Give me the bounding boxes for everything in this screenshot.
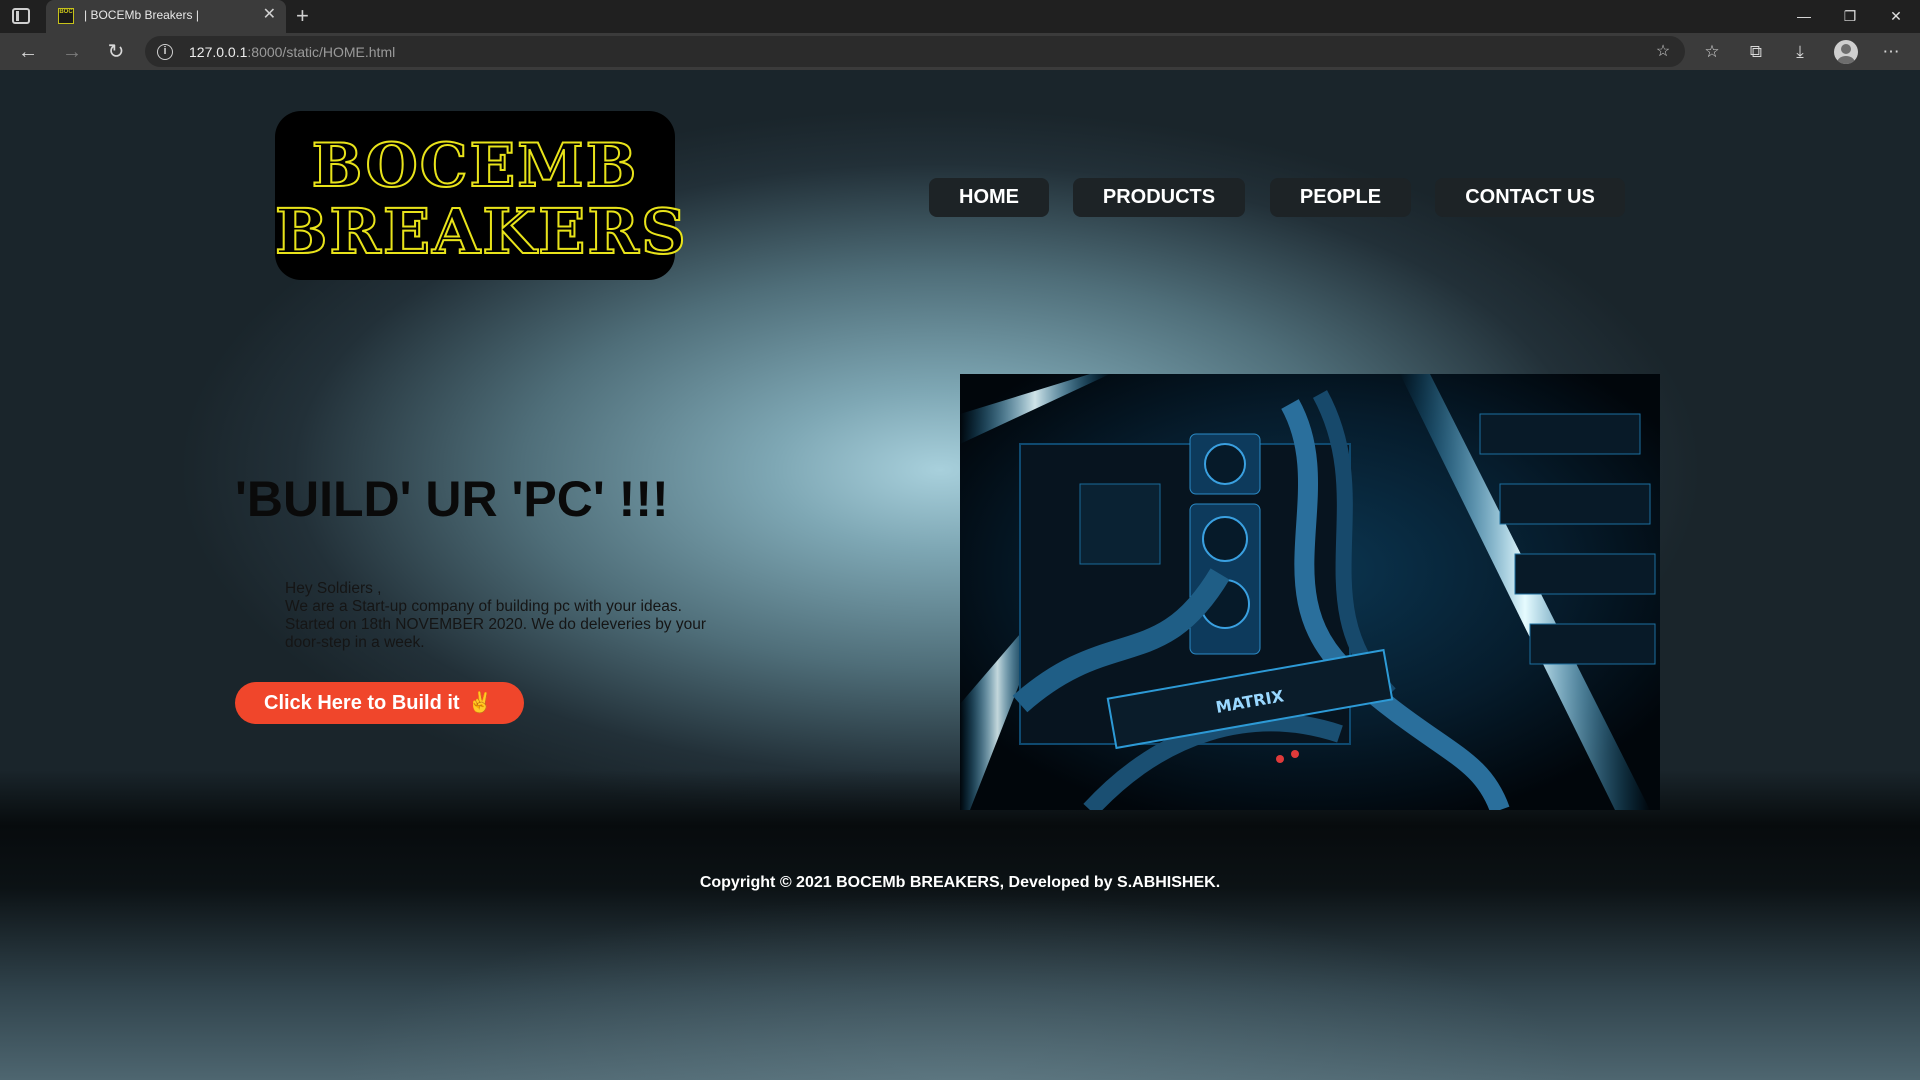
hero-title: 'BUILD' UR 'PC' !!! — [235, 471, 669, 527]
build-it-button[interactable]: Click Here to Build it ✌ — [235, 682, 524, 724]
favicon-icon: BOC — [58, 8, 74, 24]
pc-internals-illustration: MATRIX — [960, 374, 1660, 810]
pc-build-image: MATRIX — [960, 374, 1660, 810]
url-path: :8000/static/HOME.html — [247, 44, 396, 60]
profile-avatar[interactable] — [1834, 40, 1858, 64]
back-button[interactable]: ← — [14, 38, 42, 66]
browser-tab[interactable]: BOC | BOCEMb Breakers | ✕ — [46, 0, 286, 33]
close-tab-icon[interactable]: ✕ — [263, 6, 276, 24]
browser-toolbar: ← → ↻ i 127.0.0.1:8000/static/HOME.html … — [0, 33, 1920, 70]
tab-title: | BOCEMb Breakers | — [84, 8, 199, 22]
nav-contact-us[interactable]: CONTACT US — [1435, 178, 1625, 217]
close-window-button[interactable]: ✕ — [1874, 4, 1918, 28]
minimize-window-button[interactable]: — — [1782, 4, 1826, 28]
new-tab-button[interactable]: + — [296, 3, 309, 29]
add-favorite-icon[interactable]: ☆ — [1653, 42, 1673, 62]
url-host: 127.0.0.1 — [189, 44, 248, 60]
restore-window-button[interactable]: ❐ — [1828, 4, 1872, 28]
hero-greeting: Hey Soldiers , — [285, 580, 382, 597]
hero-line-2: Started on 18th NOVEMBER 2020. We do del… — [285, 616, 707, 651]
nav-home[interactable]: HOME — [929, 178, 1049, 217]
victory-hand-icon: ✌ — [467, 692, 493, 714]
downloads-icon[interactable]: ⤓ — [1787, 39, 1813, 65]
nav-products[interactable]: PRODUCTS — [1073, 178, 1245, 217]
reload-button[interactable]: ↻ — [102, 38, 130, 66]
logo-line-2: BREAKERS — [274, 194, 688, 269]
page-viewport: BOCEMB BREAKERS HOME PRODUCTS PEOPLE CON… — [0, 70, 1920, 1080]
footer-background — [0, 770, 1920, 1080]
favorites-icon[interactable]: ☆ — [1699, 39, 1725, 65]
tab-actions-icon[interactable] — [12, 8, 30, 24]
hero-description: Hey Soldiers , We are a Start-up company… — [285, 580, 725, 652]
footer-copyright: Copyright © 2021 BOCEMb BREAKERS, Develo… — [699, 874, 1221, 891]
logo-line-1: BOCEMB — [311, 130, 639, 202]
forward-button[interactable]: → — [58, 38, 86, 66]
address-bar[interactable]: i 127.0.0.1:8000/static/HOME.html ☆ — [145, 36, 1685, 67]
site-info-icon[interactable]: i — [157, 44, 173, 60]
hero-line-1: We are a Start-up company of building pc… — [285, 598, 682, 615]
browser-tab-bar: BOC | BOCEMb Breakers | ✕ + — ❐ ✕ — [0, 0, 1920, 33]
url-text[interactable]: 127.0.0.1:8000/static/HOME.html — [189, 44, 395, 60]
site-logo[interactable]: BOCEMB BREAKERS — [274, 111, 688, 280]
build-it-label: Click Here to Build it — [264, 692, 460, 714]
nav-people[interactable]: PEOPLE — [1270, 178, 1411, 217]
settings-menu-icon[interactable]: ⋯ — [1878, 39, 1904, 65]
collections-icon[interactable]: ⧉ — [1743, 39, 1769, 65]
